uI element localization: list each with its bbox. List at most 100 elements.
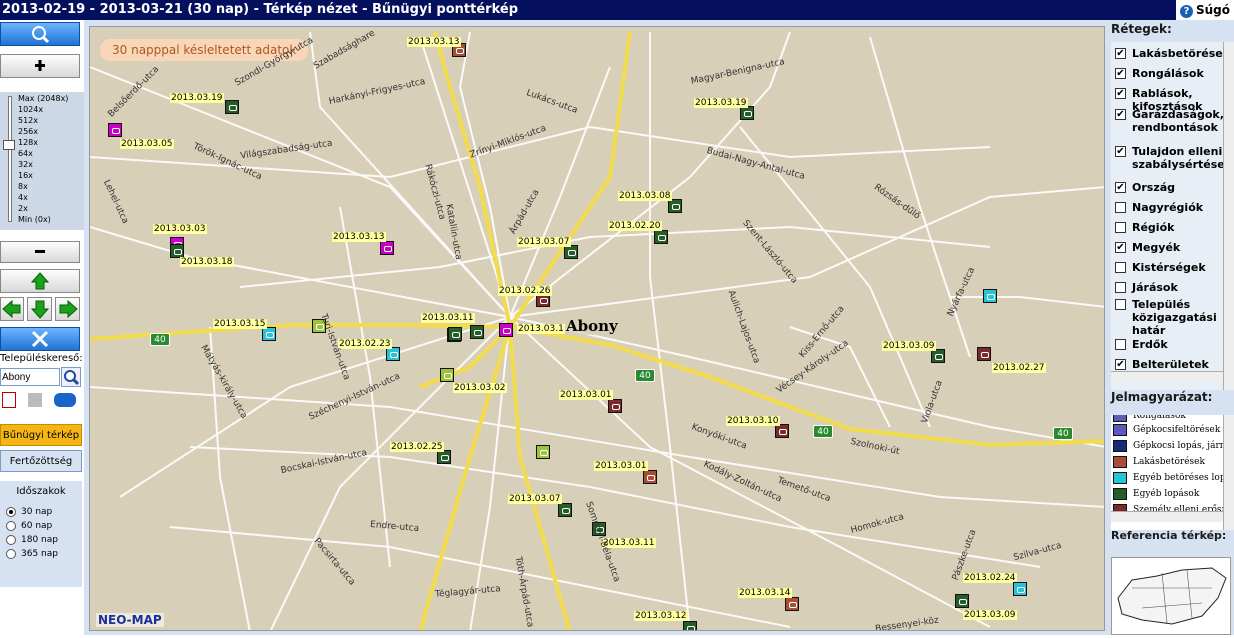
crime-marker[interactable] bbox=[955, 594, 969, 608]
crime-marker[interactable] bbox=[931, 349, 945, 363]
crime-marker[interactable] bbox=[170, 244, 184, 258]
layer-checkbox[interactable] bbox=[1115, 339, 1126, 350]
zoom-search-button[interactable] bbox=[0, 22, 80, 46]
zoom-slider-handle[interactable] bbox=[3, 140, 15, 150]
crime-date-label: 2013.03.08 bbox=[618, 191, 672, 201]
crime-marker[interactable] bbox=[668, 199, 682, 213]
tools-button[interactable] bbox=[0, 327, 80, 351]
pan-left-button[interactable] bbox=[0, 297, 24, 321]
crime-date-label: 2013.03.12 bbox=[634, 611, 688, 621]
legend-vertical-scrollbar[interactable] bbox=[1223, 415, 1234, 530]
zoom-slider-track[interactable] bbox=[8, 96, 12, 222]
crime-marker[interactable] bbox=[448, 327, 462, 341]
period-label-0: 30 nap bbox=[21, 507, 53, 517]
map-icon[interactable] bbox=[54, 393, 76, 407]
legend-horizontal-scrollbar[interactable] bbox=[1111, 511, 1223, 522]
period-radio-0[interactable] bbox=[6, 507, 16, 517]
period-radio-3[interactable] bbox=[6, 549, 16, 559]
crime-marker[interactable] bbox=[1013, 582, 1027, 596]
legend-label: Gépkocsifeltörések bbox=[1133, 425, 1221, 435]
zoom-out-button[interactable] bbox=[0, 241, 80, 263]
crime-marker[interactable] bbox=[225, 100, 239, 114]
layers-list: ✔ Lakásbetörések ✔ Rongálások ✔ Rablások, kif… bbox=[1111, 42, 1223, 390]
crime-date-label: 2013.03.07 bbox=[517, 237, 571, 247]
crime-marker[interactable] bbox=[440, 368, 454, 382]
crime-marker[interactable] bbox=[558, 503, 572, 517]
crime-marker[interactable] bbox=[564, 245, 578, 259]
layer-checkbox[interactable] bbox=[1115, 222, 1126, 233]
crime-map-button[interactable]: Bűnügyi térkép bbox=[0, 424, 82, 446]
zoom-level-5[interactable]: 64x bbox=[18, 149, 33, 159]
reference-map-title: Referencia térkép: bbox=[1111, 529, 1227, 542]
crime-date-label: 2013.03.19 bbox=[694, 98, 748, 108]
zoom-level-8[interactable]: 8x bbox=[18, 182, 28, 192]
layer-checkbox[interactable] bbox=[1115, 299, 1126, 310]
arrow-left-icon bbox=[2, 299, 21, 319]
infection-button[interactable]: Fertőzöttség bbox=[0, 450, 82, 472]
zoom-level-11[interactable]: Min (0x) bbox=[18, 215, 51, 225]
layers-horizontal-scrollbar[interactable] bbox=[1111, 371, 1223, 382]
settlement-search-input[interactable] bbox=[0, 368, 60, 386]
crime-marker[interactable] bbox=[386, 347, 400, 361]
zoom-level-1[interactable]: 1024x bbox=[18, 105, 43, 115]
crime-date-label: 2013.03.02 bbox=[453, 383, 507, 393]
crime-marker[interactable] bbox=[608, 399, 622, 413]
layer-label: Megyék bbox=[1132, 241, 1181, 254]
layer-checkbox[interactable]: ✔ bbox=[1115, 242, 1126, 253]
zoom-level-6[interactable]: 32x bbox=[18, 160, 33, 170]
layer-checkbox[interactable]: ✔ bbox=[1115, 68, 1126, 79]
zoom-in-button[interactable] bbox=[0, 54, 80, 78]
crime-marker[interactable] bbox=[643, 470, 657, 484]
crime-marker[interactable] bbox=[740, 106, 754, 120]
hungary-outline-icon bbox=[1117, 567, 1227, 625]
crime-marker[interactable] bbox=[983, 289, 997, 303]
crime-marker[interactable] bbox=[683, 621, 697, 630]
map-canvas[interactable]: 30 napppal késleltetett adatok Abony NEO… bbox=[89, 26, 1105, 631]
layer-checkbox[interactable]: ✔ bbox=[1115, 146, 1126, 157]
zoom-level-2[interactable]: 512x bbox=[18, 116, 38, 126]
crime-marker[interactable] bbox=[499, 323, 513, 337]
pan-up-button[interactable] bbox=[0, 269, 80, 293]
zoom-level-3[interactable]: 256x bbox=[18, 127, 38, 137]
layer-checkbox[interactable] bbox=[1115, 202, 1126, 213]
layer-checkbox[interactable] bbox=[1115, 282, 1126, 293]
pan-down-button[interactable] bbox=[27, 297, 52, 321]
layer-checkbox[interactable]: ✔ bbox=[1115, 48, 1126, 59]
layer-checkbox[interactable]: ✔ bbox=[1115, 109, 1126, 120]
period-title: Időszakok bbox=[16, 486, 66, 497]
layer-checkbox[interactable]: ✔ bbox=[1115, 182, 1126, 193]
crime-marker[interactable] bbox=[108, 123, 122, 137]
right-panel: Rétegek: ✔ Lakásbetörések ✔ Rongálások ✔ Rabl… bbox=[1109, 20, 1234, 635]
layer-label: Rongálások bbox=[1132, 67, 1204, 80]
layer-label: Régiók bbox=[1132, 221, 1175, 234]
crime-marker[interactable] bbox=[775, 424, 789, 438]
zoom-level-0[interactable]: Max (2048x) bbox=[18, 94, 68, 104]
legend-swatch-icon bbox=[1113, 488, 1127, 500]
pan-right-button[interactable] bbox=[55, 297, 80, 321]
zoom-level-7[interactable]: 16x bbox=[18, 171, 33, 181]
layer-label: Ország bbox=[1132, 181, 1176, 194]
crime-marker[interactable] bbox=[977, 347, 991, 361]
crime-marker[interactable] bbox=[380, 241, 394, 255]
help-button[interactable]: ? Súgó bbox=[1176, 0, 1234, 20]
reference-map[interactable] bbox=[1111, 557, 1231, 635]
layers-vertical-scrollbar[interactable] bbox=[1223, 42, 1234, 390]
crime-marker[interactable] bbox=[785, 597, 799, 611]
print-icon[interactable] bbox=[28, 393, 42, 407]
pdf-icon[interactable] bbox=[2, 392, 16, 408]
crime-marker[interactable] bbox=[470, 325, 484, 339]
crime-marker[interactable] bbox=[262, 327, 276, 341]
layer-checkbox[interactable]: ✔ bbox=[1115, 359, 1126, 370]
zoom-level-9[interactable]: 4x bbox=[18, 193, 28, 203]
zoom-level-10[interactable]: 2x bbox=[18, 204, 28, 214]
crime-marker[interactable] bbox=[437, 450, 451, 464]
layer-checkbox[interactable]: ✔ bbox=[1115, 88, 1126, 99]
magnifier-icon bbox=[32, 26, 50, 44]
period-radio-1[interactable] bbox=[6, 521, 16, 531]
layer-checkbox[interactable] bbox=[1115, 262, 1126, 273]
crime-marker[interactable] bbox=[654, 230, 668, 244]
crime-marker[interactable] bbox=[536, 445, 550, 459]
search-button[interactable] bbox=[61, 367, 81, 387]
zoom-level-4[interactable]: 128x bbox=[18, 138, 38, 148]
period-radio-2[interactable] bbox=[6, 535, 16, 545]
